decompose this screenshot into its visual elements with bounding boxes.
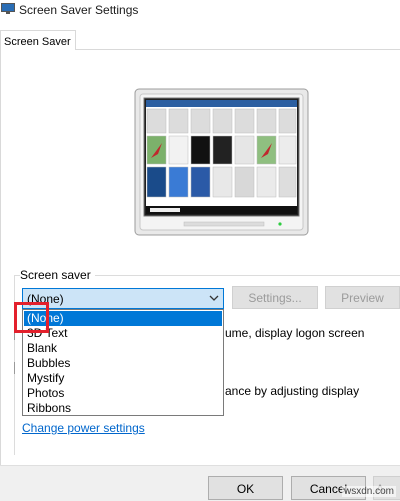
dropdown-option[interactable]: Bubbles: [24, 356, 222, 371]
dropdown-option[interactable]: Ribbons: [24, 401, 222, 416]
dropdown-option[interactable]: Blank: [24, 341, 222, 356]
power-description: ance by adjusting display: [225, 384, 360, 398]
chevron-down-icon: [209, 295, 219, 301]
screen-saver-combobox[interactable]: (None): [22, 288, 224, 309]
preview-button[interactable]: Preview: [325, 286, 400, 309]
dialog-footer: OK Cancel A wsxdn.com: [0, 465, 400, 501]
monitor-icon: [1, 3, 15, 14]
dropdown-option[interactable]: Mystify: [24, 371, 222, 386]
tab-screen-saver[interactable]: Screen Saver: [0, 30, 76, 51]
annotation-highlight-box: [14, 302, 49, 333]
dropdown-option[interactable]: 3D Text: [24, 326, 222, 341]
logon-checkbox-label[interactable]: ume, display logon screen: [225, 326, 364, 340]
change-power-settings-link[interactable]: Change power settings: [22, 421, 145, 435]
title-bar: Screen Saver Settings: [0, 0, 400, 22]
dropdown-option[interactable]: (None): [24, 311, 222, 326]
screen-saver-dropdown-list: (None) 3D Text Blank Bubbles Mystify Pho…: [22, 309, 224, 416]
window-title: Screen Saver Settings: [19, 3, 139, 17]
settings-button[interactable]: Settings...: [232, 286, 318, 309]
watermark: wsxdn.com: [341, 486, 396, 497]
tab-strip: Screen Saver: [0, 30, 400, 51]
ok-button[interactable]: OK: [208, 476, 283, 500]
monitor-preview: [134, 88, 309, 236]
screen-saver-group-label: Screen saver: [20, 268, 95, 282]
dropdown-option[interactable]: Photos: [24, 386, 222, 401]
